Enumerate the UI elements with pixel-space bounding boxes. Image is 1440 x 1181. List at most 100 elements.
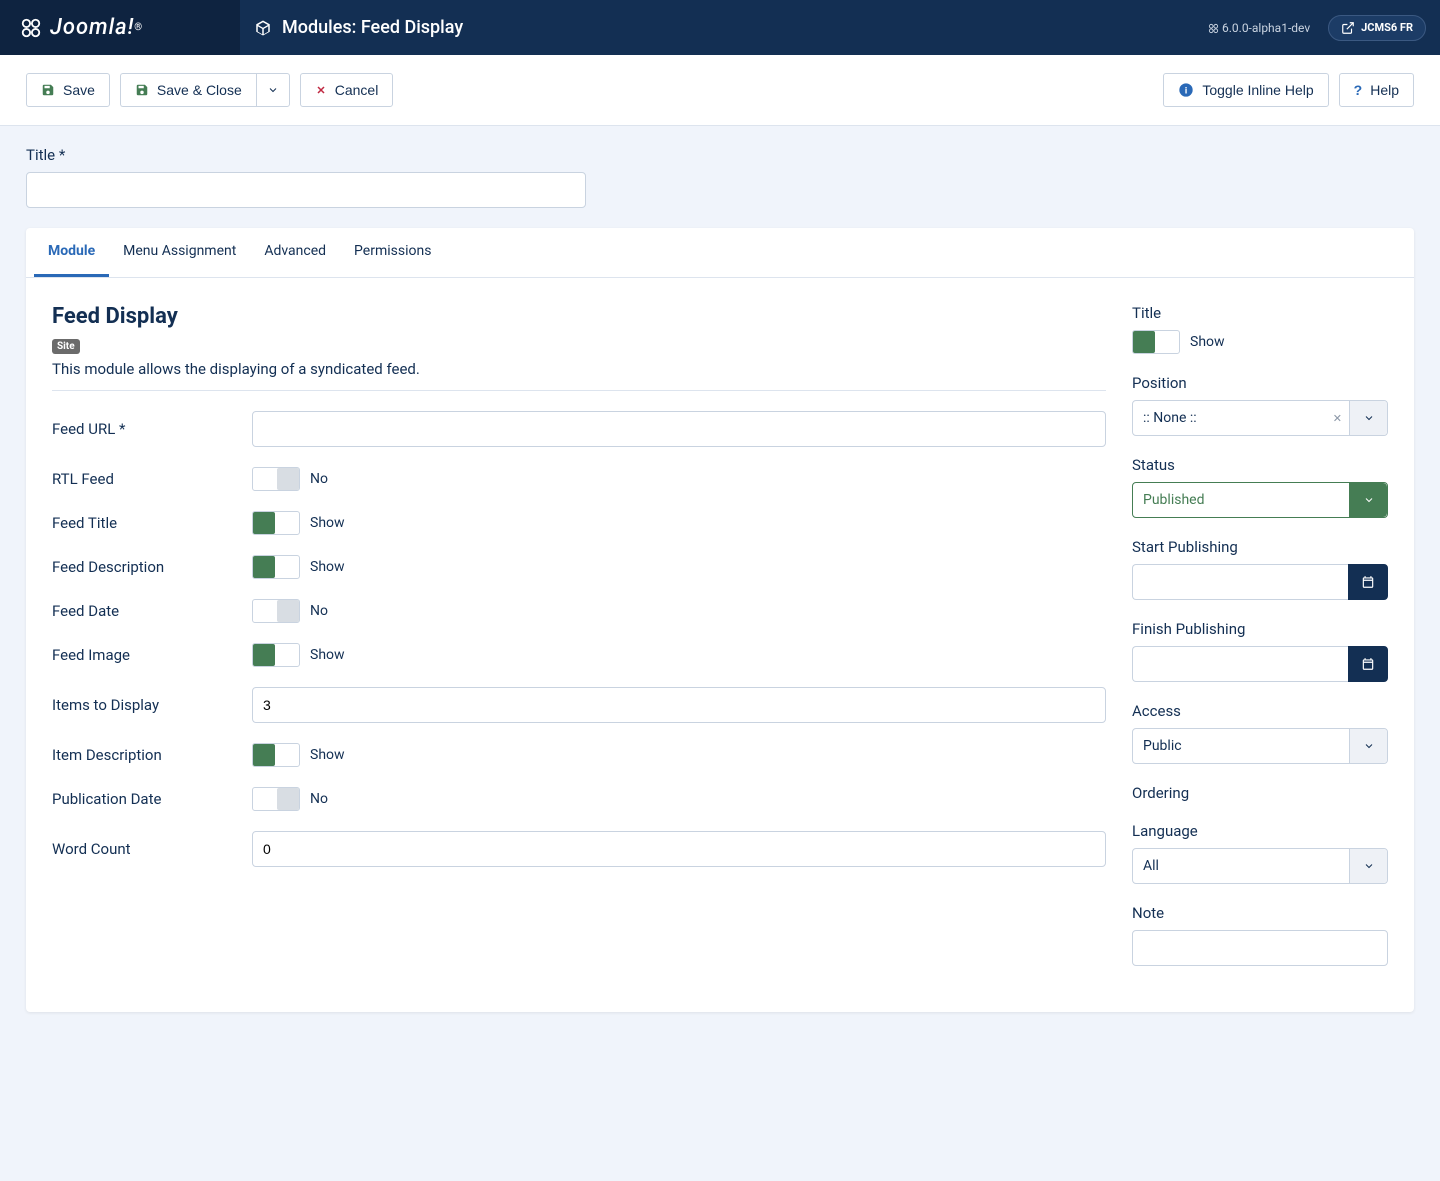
feed-date-label: Feed Date bbox=[52, 602, 252, 620]
items-to-display-label: Items to Display bbox=[52, 696, 252, 714]
note-input[interactable] bbox=[1132, 930, 1388, 966]
side-column: Title Show Position :: None :: ✕ bbox=[1132, 304, 1388, 986]
toggle-inline-help-button[interactable]: i Toggle Inline Help bbox=[1163, 73, 1328, 107]
brand-area: Joomla! ® bbox=[0, 0, 240, 55]
save-close-label: Save & Close bbox=[157, 82, 242, 98]
help-label: Help bbox=[1370, 82, 1399, 98]
feed-image-toggle[interactable] bbox=[252, 643, 300, 667]
rtl-feed-label: RTL Feed bbox=[52, 470, 252, 488]
position-value: :: None :: bbox=[1143, 410, 1197, 426]
access-label: Access bbox=[1132, 702, 1388, 720]
site-name-label: JCMS6 FR bbox=[1361, 21, 1413, 34]
language-select[interactable]: All bbox=[1132, 848, 1388, 884]
cube-icon bbox=[254, 19, 272, 37]
save-dropdown-button[interactable] bbox=[256, 73, 290, 107]
module-heading: Feed Display bbox=[52, 304, 1106, 329]
feed-image-label: Feed Image bbox=[52, 646, 252, 664]
tab-permissions[interactable]: Permissions bbox=[340, 228, 445, 277]
content-area: Title * Module Menu Assignment Advanced … bbox=[0, 126, 1440, 1032]
publication-date-value: No bbox=[310, 791, 328, 807]
page-title-bar: Modules: Feed Display bbox=[240, 0, 1194, 55]
title-label: Title * bbox=[26, 146, 1414, 164]
item-description-label: Item Description bbox=[52, 746, 252, 764]
open-site-button[interactable]: JCMS6 FR bbox=[1328, 15, 1426, 41]
tab-list: Module Menu Assignment Advanced Permissi… bbox=[26, 228, 1414, 278]
publication-date-toggle[interactable] bbox=[252, 787, 300, 811]
feed-title-toggle[interactable] bbox=[252, 511, 300, 535]
top-bar: Joomla! ® Modules: Feed Display 6.0.0-al… bbox=[0, 0, 1440, 55]
feed-date-value: No bbox=[310, 603, 328, 619]
position-select[interactable]: :: None :: ✕ bbox=[1132, 400, 1388, 436]
feed-description-toggle[interactable] bbox=[252, 555, 300, 579]
topbar-right: 6.0.0-alpha1-dev JCMS6 FR bbox=[1194, 0, 1440, 55]
side-title-label: Title bbox=[1132, 304, 1388, 322]
tab-body: Feed Display Site This module allows the… bbox=[26, 278, 1414, 1012]
ordering-label: Ordering bbox=[1132, 784, 1388, 802]
position-label: Position bbox=[1132, 374, 1388, 392]
feed-url-label: Feed URL * bbox=[52, 420, 252, 438]
action-toolbar: Save Save & Close Cancel i Toggle Inline… bbox=[0, 55, 1440, 126]
svg-text:i: i bbox=[1185, 85, 1188, 95]
finish-publishing-label: Finish Publishing bbox=[1132, 620, 1388, 638]
calendar-icon bbox=[1361, 575, 1375, 589]
site-badge: Site bbox=[52, 339, 80, 354]
word-count-input[interactable] bbox=[252, 831, 1106, 867]
info-icon: i bbox=[1178, 82, 1194, 98]
tab-module[interactable]: Module bbox=[34, 228, 109, 277]
status-label: Status bbox=[1132, 456, 1388, 474]
finish-publishing-input[interactable] bbox=[1132, 646, 1348, 682]
joomla-logo-icon bbox=[20, 17, 42, 39]
title-input[interactable] bbox=[26, 172, 586, 208]
chevron-down-icon bbox=[1349, 849, 1387, 883]
module-description: This module allows the displaying of a s… bbox=[52, 360, 1106, 378]
version-badge: 6.0.0-alpha1-dev bbox=[1208, 21, 1310, 35]
language-label: Language bbox=[1132, 822, 1388, 840]
version-text: 6.0.0-alpha1-dev bbox=[1222, 21, 1310, 35]
feed-title-value: Show bbox=[310, 515, 345, 531]
page-title: Modules: Feed Display bbox=[282, 17, 463, 38]
access-value: Public bbox=[1143, 738, 1182, 754]
feed-date-toggle[interactable] bbox=[252, 599, 300, 623]
status-value: Published bbox=[1143, 492, 1204, 508]
word-count-label: Word Count bbox=[52, 840, 252, 858]
publication-date-label: Publication Date bbox=[52, 790, 252, 808]
feed-image-value: Show bbox=[310, 647, 345, 663]
chevron-down-icon bbox=[267, 84, 279, 96]
toolbar-right: i Toggle Inline Help ? Help bbox=[1163, 73, 1414, 107]
rtl-feed-value: No bbox=[310, 471, 328, 487]
start-publishing-label: Start Publishing bbox=[1132, 538, 1388, 556]
chevron-down-icon bbox=[1349, 401, 1387, 435]
save-icon bbox=[41, 83, 55, 97]
close-icon bbox=[315, 84, 327, 96]
cancel-button[interactable]: Cancel bbox=[300, 73, 394, 107]
start-publishing-input[interactable] bbox=[1132, 564, 1348, 600]
toolbar-left: Save Save & Close Cancel bbox=[26, 73, 393, 107]
chevron-down-icon bbox=[1349, 729, 1387, 763]
chevron-down-icon bbox=[1349, 483, 1387, 517]
brand-text: Joomla! bbox=[50, 15, 134, 40]
save-button[interactable]: Save bbox=[26, 73, 110, 107]
question-icon: ? bbox=[1354, 82, 1363, 98]
save-close-button[interactable]: Save & Close bbox=[120, 73, 256, 107]
feed-description-label: Feed Description bbox=[52, 558, 252, 576]
tab-advanced[interactable]: Advanced bbox=[250, 228, 340, 277]
start-publishing-calendar-button[interactable] bbox=[1348, 564, 1388, 600]
tab-menu-assignment[interactable]: Menu Assignment bbox=[109, 228, 250, 277]
feed-url-input[interactable] bbox=[252, 411, 1106, 447]
rtl-feed-toggle[interactable] bbox=[252, 467, 300, 491]
side-title-toggle[interactable] bbox=[1132, 330, 1180, 354]
help-button[interactable]: ? Help bbox=[1339, 73, 1414, 107]
item-description-toggle[interactable] bbox=[252, 743, 300, 767]
note-label: Note bbox=[1132, 904, 1388, 922]
save-icon bbox=[135, 83, 149, 97]
finish-publishing-calendar-button[interactable] bbox=[1348, 646, 1388, 682]
status-select[interactable]: Published bbox=[1132, 482, 1388, 518]
language-value: All bbox=[1143, 858, 1159, 874]
separator bbox=[52, 390, 1106, 391]
position-clear[interactable]: ✕ bbox=[1333, 412, 1342, 425]
save-label: Save bbox=[63, 82, 95, 98]
main-card: Module Menu Assignment Advanced Permissi… bbox=[26, 228, 1414, 1012]
feed-title-label: Feed Title bbox=[52, 514, 252, 532]
access-select[interactable]: Public bbox=[1132, 728, 1388, 764]
items-to-display-input[interactable] bbox=[252, 687, 1106, 723]
